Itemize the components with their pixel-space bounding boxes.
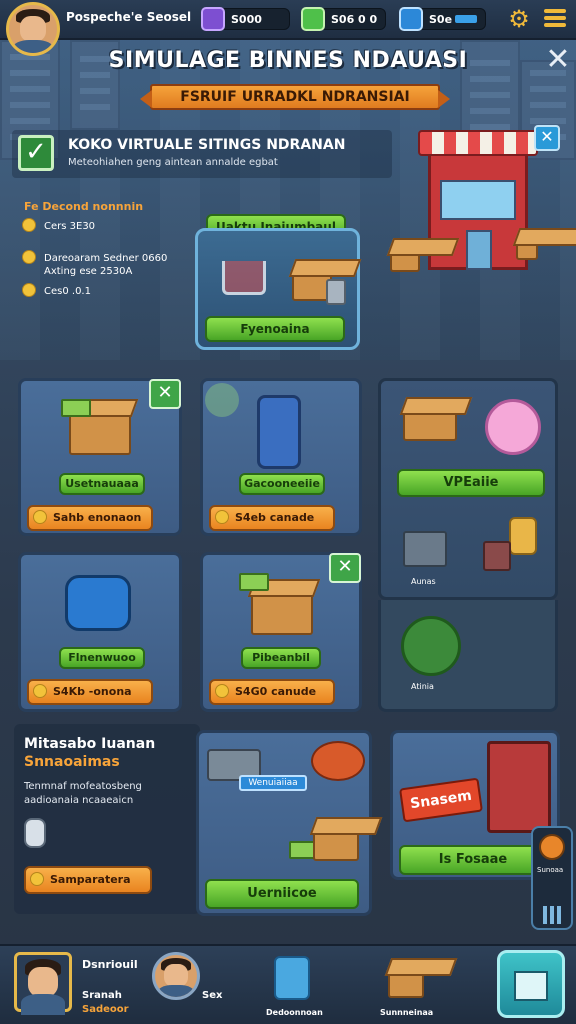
side-panel: VPEaiie Aunas <box>378 378 558 600</box>
promo-card[interactable]: Wenuiaiiaa Uerniicoe <box>196 730 372 916</box>
hamburger-menu-icon[interactable] <box>544 9 566 29</box>
nav-title: Dsnriouil <box>82 958 138 971</box>
sale-card-button[interactable]: Is Fosaae <box>399 845 547 875</box>
side-panel-tag: Atinia <box>411 682 434 691</box>
xp-bar <box>455 15 477 23</box>
card-cost-button[interactable]: Sahb enonaon <box>27 505 153 531</box>
gadget-icon <box>483 541 511 571</box>
highlight-icon <box>205 383 239 417</box>
cash-icon <box>301 7 325 31</box>
blender-icon <box>65 575 131 631</box>
nav-sub: Sadeoor <box>82 1004 129 1015</box>
nav-item-3[interactable]: Dedoonnoan <box>266 1008 323 1017</box>
trophy-icon <box>509 517 537 555</box>
coin-icon <box>33 510 47 524</box>
close-badge-icon[interactable]: ✕ <box>149 379 181 409</box>
item-card-3[interactable]: Flnenwuoo S4Kb -onona <box>18 552 182 712</box>
card-label: Pibeanbil <box>241 647 321 669</box>
side-widget[interactable]: Sunoaa <box>531 826 573 930</box>
ticket-icon <box>399 7 423 31</box>
coin-icon <box>22 250 36 264</box>
page-title: SIMULAGE BINNES NDAUASI <box>108 48 468 73</box>
promo-card-button[interactable]: Uerniicoe <box>205 879 359 909</box>
fruit-bag-icon <box>485 399 541 455</box>
machine-icon <box>403 531 447 567</box>
coin-icon <box>22 218 36 232</box>
coin-icon <box>215 684 229 698</box>
stats-heading: Fe Decond nonnnin <box>24 200 144 213</box>
item-card-1[interactable]: ✕ Usetnauaaa Sahb enonaon <box>18 378 182 536</box>
water-cooler-icon <box>257 395 301 469</box>
close-icon[interactable]: ✕ <box>542 44 574 76</box>
fruit-plate-icon <box>311 741 365 781</box>
coin-icon <box>215 510 229 524</box>
basket-icon <box>401 616 461 676</box>
robot-icon <box>24 818 46 848</box>
shop-home-button[interactable] <box>497 950 565 1018</box>
card-cost-button[interactable]: S4G0 canude <box>209 679 335 705</box>
promo-subheading: Snnaoaimas <box>24 754 120 770</box>
stat-row: Axting ese 2530A <box>44 266 133 277</box>
cash-icon <box>239 573 269 591</box>
side-panel-lower: Atinia <box>378 600 558 712</box>
coin-icon <box>22 283 36 297</box>
nav-profile-frame[interactable] <box>14 952 72 1016</box>
register-icon <box>326 279 346 305</box>
info-subtitle: Meteohiahen geng aintean annalde egbat <box>68 157 278 168</box>
stat-row: Cers 3E30 <box>22 218 95 232</box>
close-badge-icon[interactable]: ✕ <box>329 553 361 583</box>
card-label: Usetnauaaa <box>59 473 145 495</box>
goods-tray-icon <box>403 409 457 441</box>
item-card-2[interactable]: Gacooneeiie S4eb canade <box>200 378 362 536</box>
card-cost-button[interactable]: S4eb canade <box>209 505 335 531</box>
crate-icon <box>516 240 538 260</box>
cash-icon <box>61 399 91 417</box>
stat-row: Dareoaram Sedner 0660 <box>22 250 167 264</box>
cash-box-icon <box>69 411 131 455</box>
card-label: Flnenwuoo <box>59 647 145 669</box>
resource-xp[interactable]: S0e <box>399 7 486 31</box>
title-ribbon: FSRUIF URRADKL NDRANSIAI <box>140 84 450 110</box>
crate-icon <box>390 250 420 272</box>
nav-name: Sranah <box>82 990 122 1001</box>
player-face-icon <box>17 955 69 1016</box>
shopping-cart-icon <box>222 261 266 295</box>
timer-icon <box>539 834 565 860</box>
stat-row: Ces0 .0.1 <box>22 283 91 297</box>
item-card-4[interactable]: ✕ Pibeanbil S4G0 canude <box>200 552 362 712</box>
resource-gems[interactable]: S000 <box>201 7 290 31</box>
market-stall-icon <box>487 741 551 833</box>
nav-rank: Sex <box>202 990 223 1001</box>
info-title: KOKO VIRTUALE SITINGS NDRANAN <box>68 137 346 153</box>
shop-house-icon <box>514 971 548 1001</box>
side-widget-label: Sunoaa <box>537 866 564 874</box>
promo-heading: Mitasabo Iuanan <box>24 736 156 752</box>
gem-icon <box>201 7 225 31</box>
friend-face-icon <box>155 955 197 997</box>
coin-icon <box>33 684 47 698</box>
recycle-bin-icon[interactable] <box>274 956 310 1000</box>
card-cost-button[interactable]: S4Kb -onona <box>27 679 153 705</box>
promo-button[interactable]: Samparatera <box>24 866 152 894</box>
sale-sign: Snasem <box>399 777 483 823</box>
grid-icon <box>543 906 561 924</box>
promo-tag: Wenuiaiiaa <box>239 775 307 791</box>
player-face-icon <box>9 5 57 53</box>
dismiss-icon[interactable]: ✕ <box>534 125 560 151</box>
settings-gear-icon[interactable]: ⚙ <box>505 5 533 33</box>
checkmark-icon: ✓ <box>18 135 54 171</box>
card-label: Gacooneeiie <box>239 473 325 495</box>
basket-icon <box>313 829 359 861</box>
shop-purchase-button[interactable]: Fyenoaina <box>205 316 345 342</box>
side-panel-button[interactable]: VPEaiie <box>397 469 545 497</box>
side-panel-tag: Aunas <box>411 577 436 586</box>
resource-cash[interactable]: S06 0 0 <box>301 7 386 31</box>
nav-item-4[interactable]: Sunnneinaa <box>380 1008 433 1017</box>
promo-text: Tenmnaf mofeatosbeng aadioanaia ncaaeaic… <box>24 781 142 806</box>
cash-box-icon <box>251 591 313 635</box>
friend-avatar[interactable] <box>152 952 200 1000</box>
player-name: Pospeche'e Seosel <box>66 10 192 24</box>
crate-nav-icon[interactable] <box>388 970 424 998</box>
coin-icon <box>30 872 44 886</box>
